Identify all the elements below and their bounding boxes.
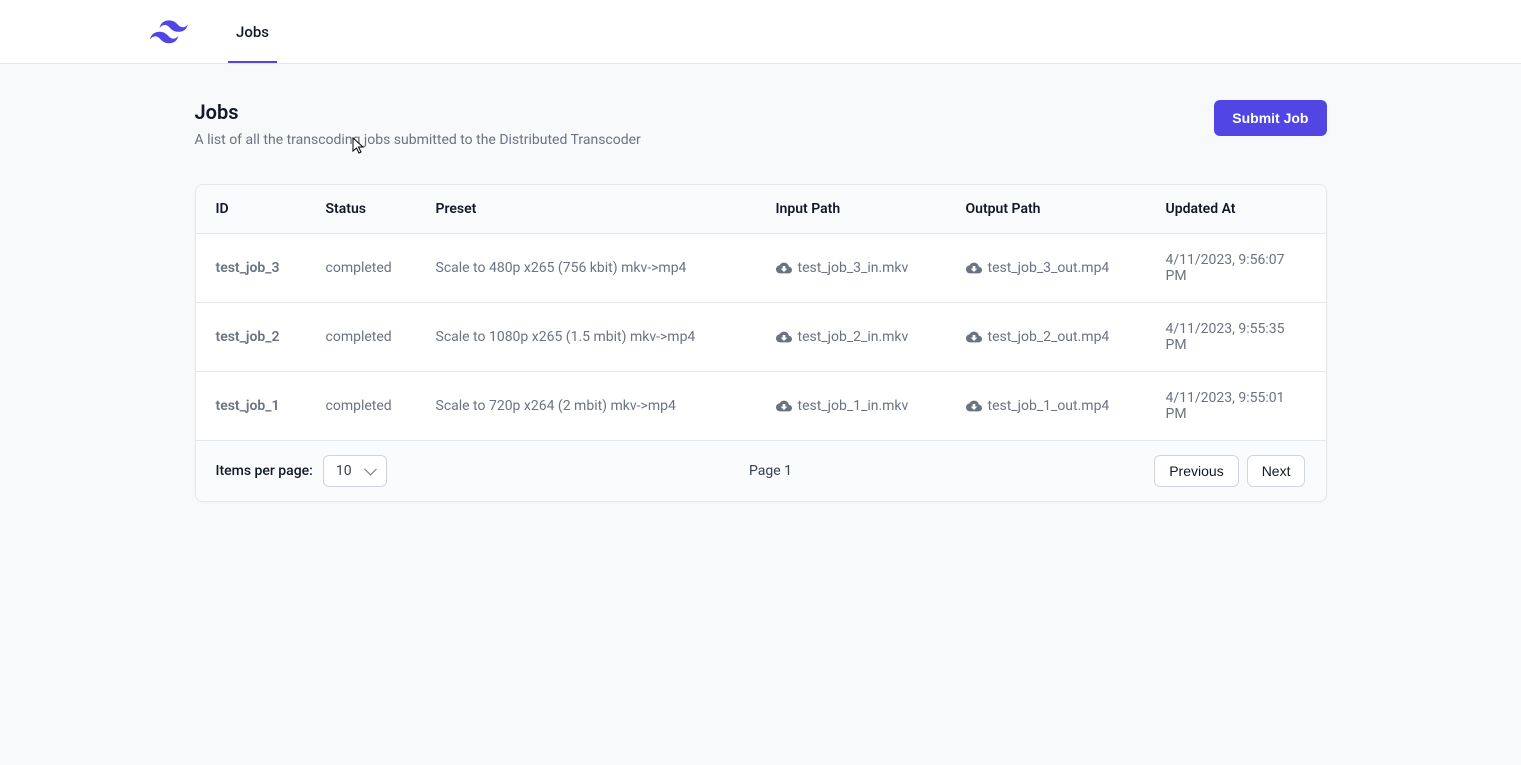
jobs-card: ID Status Preset Input Path Output Path … <box>195 184 1327 502</box>
col-header-preset: Preset <box>416 185 756 234</box>
table-row: test_job_3 completed Scale to 480p x265 … <box>196 234 1326 303</box>
page-indicator: Page 1 <box>749 463 792 479</box>
cell-input: test_job_3_in.mkv <box>756 234 946 303</box>
items-per-page-select-wrap: 10 <box>323 455 387 487</box>
cell-preset: Scale to 720p x264 (2 mbit) mkv->mp4 <box>416 372 756 441</box>
cloud-download-icon[interactable] <box>776 398 792 414</box>
cell-id: test_job_3 <box>196 234 306 303</box>
main-content: Jobs A list of all the transcoding jobs … <box>171 64 1351 538</box>
cell-output: test_job_3_out.mp4 <box>946 234 1146 303</box>
cell-updated: 4/11/2023, 9:55:35 PM <box>1146 303 1326 372</box>
cloud-download-icon[interactable] <box>966 398 982 414</box>
table-row: test_job_1 completed Scale to 720p x264 … <box>196 372 1326 441</box>
app-header: Jobs <box>0 0 1521 64</box>
output-path-text: test_job_3_out.mp4 <box>988 260 1110 276</box>
cloud-download-icon[interactable] <box>966 260 982 276</box>
page-description: A list of all the transcoding jobs submi… <box>195 132 641 148</box>
previous-button[interactable]: Previous <box>1154 455 1238 487</box>
input-path-text: test_job_3_in.mkv <box>798 260 909 276</box>
submit-job-button[interactable]: Submit Job <box>1214 100 1326 136</box>
cell-input: test_job_1_in.mkv <box>756 372 946 441</box>
page-title: Jobs <box>195 100 641 124</box>
col-header-id: ID <box>196 185 306 234</box>
cell-updated: 4/11/2023, 9:55:01 PM <box>1146 372 1326 441</box>
cell-output: test_job_1_out.mp4 <box>946 372 1146 441</box>
col-header-updated: Updated At <box>1146 185 1326 234</box>
cell-preset: Scale to 480p x265 (756 kbit) mkv->mp4 <box>416 234 756 303</box>
cloud-download-icon[interactable] <box>776 329 792 345</box>
cell-id: test_job_2 <box>196 303 306 372</box>
next-label: Next <box>1262 463 1291 479</box>
tab-jobs[interactable]: Jobs <box>228 0 277 63</box>
page-head: Jobs A list of all the transcoding jobs … <box>195 100 1327 148</box>
col-header-output: Output Path <box>946 185 1146 234</box>
nav: Jobs <box>228 0 277 63</box>
submit-job-label: Submit Job <box>1232 110 1308 126</box>
table-footer: Items per page: 10 Page 1 Previous Next <box>196 441 1326 501</box>
cell-status: completed <box>306 234 416 303</box>
cloud-download-icon[interactable] <box>966 329 982 345</box>
previous-label: Previous <box>1169 463 1223 479</box>
jobs-table: ID Status Preset Input Path Output Path … <box>196 185 1326 441</box>
col-header-status: Status <box>306 185 416 234</box>
cell-status: completed <box>306 372 416 441</box>
items-per-page-select[interactable]: 10 <box>323 455 387 487</box>
cell-updated: 4/11/2023, 9:56:07 PM <box>1146 234 1326 303</box>
items-per-page-label: Items per page: <box>216 463 313 479</box>
col-header-input: Input Path <box>756 185 946 234</box>
cell-status: completed <box>306 303 416 372</box>
cell-input: test_job_2_in.mkv <box>756 303 946 372</box>
input-path-text: test_job_2_in.mkv <box>798 329 909 345</box>
output-path-text: test_job_1_out.mp4 <box>988 398 1110 414</box>
table-row: test_job_2 completed Scale to 1080p x265… <box>196 303 1326 372</box>
cloud-download-icon[interactable] <box>776 260 792 276</box>
output-path-text: test_job_2_out.mp4 <box>988 329 1110 345</box>
tab-jobs-label: Jobs <box>236 23 269 41</box>
cell-preset: Scale to 1080p x265 (1.5 mbit) mkv->mp4 <box>416 303 756 372</box>
tailwind-logo-icon <box>150 20 188 44</box>
input-path-text: test_job_1_in.mkv <box>798 398 909 414</box>
logo[interactable] <box>150 0 188 63</box>
next-button[interactable]: Next <box>1247 455 1306 487</box>
cell-output: test_job_2_out.mp4 <box>946 303 1146 372</box>
cell-id: test_job_1 <box>196 372 306 441</box>
